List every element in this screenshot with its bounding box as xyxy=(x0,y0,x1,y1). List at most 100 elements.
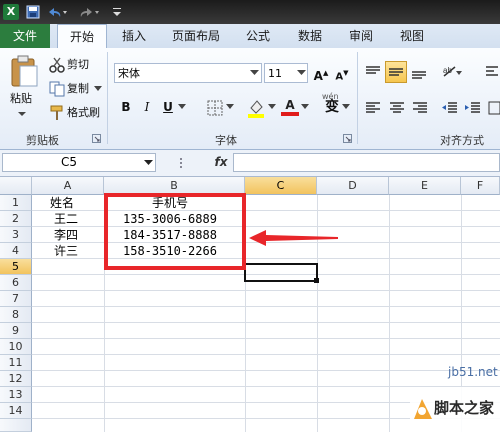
cell-a2[interactable]: 王二 xyxy=(54,211,78,227)
phonetic-dropdown-icon[interactable] xyxy=(342,104,350,110)
bold-button[interactable]: B xyxy=(117,98,135,116)
tab-file[interactable]: 文件 xyxy=(0,24,50,48)
font-size-dropdown-icon[interactable] xyxy=(297,70,306,76)
row-header-13[interactable]: 13 xyxy=(0,387,32,403)
row-header-14[interactable]: 14 xyxy=(0,403,32,419)
merge-center-icon[interactable] xyxy=(488,100,500,116)
wrap-text-icon[interactable] xyxy=(484,63,500,81)
cell-a3[interactable]: 李四 xyxy=(54,227,78,243)
increase-indent-icon[interactable] xyxy=(464,100,482,116)
row-header-6[interactable]: 6 xyxy=(0,275,32,291)
pointer-arrow-icon xyxy=(249,230,338,246)
cut-icon[interactable] xyxy=(49,57,65,73)
name-box-dropdown-icon[interactable] xyxy=(144,160,153,166)
gridline xyxy=(32,290,500,291)
copy-icon[interactable] xyxy=(49,81,65,97)
tab-page-layout[interactable]: 页面布局 xyxy=(164,24,228,48)
formula-bar-grip-icon[interactable] xyxy=(178,156,184,170)
underline-button[interactable]: U xyxy=(159,98,177,116)
paste-button[interactable]: 粘贴 xyxy=(10,90,32,108)
svg-text:ab: ab xyxy=(443,66,452,75)
ribbon-divider xyxy=(357,52,358,144)
column-header-e[interactable]: E xyxy=(389,177,461,195)
select-all-corner[interactable] xyxy=(0,177,32,195)
align-bottom-icon[interactable] xyxy=(410,64,428,80)
row-header-2[interactable]: 2 xyxy=(0,211,32,227)
gridline xyxy=(32,226,500,227)
undo-icon[interactable] xyxy=(46,5,68,21)
save-icon[interactable] xyxy=(26,5,40,21)
paste-dropdown-icon[interactable] xyxy=(17,110,27,118)
underline-dropdown-icon[interactable] xyxy=(178,104,186,110)
align-right-icon[interactable] xyxy=(411,100,429,116)
borders-dropdown-icon[interactable] xyxy=(226,104,234,110)
tab-formulas[interactable]: 公式 xyxy=(238,24,278,48)
alignment-group-label: 对齐方式 xyxy=(440,134,484,147)
row-header-1[interactable]: 1 xyxy=(0,195,32,211)
copy-button[interactable]: 复制 xyxy=(67,80,89,98)
redo-icon[interactable] xyxy=(78,5,100,21)
fill-color-dropdown-icon[interactable] xyxy=(268,104,276,110)
clipboard-launcher-icon[interactable] xyxy=(92,134,101,143)
font-color-dropdown-icon[interactable] xyxy=(301,104,309,110)
row-header-11[interactable]: 11 xyxy=(0,355,32,371)
paste-icon[interactable] xyxy=(9,54,39,88)
row-header-10[interactable]: 10 xyxy=(0,339,32,355)
row-header-5[interactable]: 5 xyxy=(0,259,32,275)
tab-insert[interactable]: 插入 xyxy=(114,24,154,48)
tab-view[interactable]: 视图 xyxy=(392,24,432,48)
format-painter-icon[interactable] xyxy=(49,105,65,121)
row-header-12[interactable]: 12 xyxy=(0,371,32,387)
decrease-indent-icon[interactable] xyxy=(441,100,459,116)
font-color-icon[interactable]: A xyxy=(281,96,299,116)
gridline xyxy=(389,195,390,432)
align-middle-icon xyxy=(389,68,403,76)
align-middle-button[interactable] xyxy=(385,61,407,83)
gridline xyxy=(32,354,500,355)
formula-input[interactable] xyxy=(233,153,500,172)
gridline xyxy=(32,322,500,323)
font-launcher-icon[interactable] xyxy=(343,134,352,143)
gridline xyxy=(32,210,500,211)
name-box[interactable]: C5 xyxy=(2,153,156,172)
align-top-icon[interactable] xyxy=(364,64,382,80)
formula-bar: C5 fx xyxy=(0,150,500,177)
format-painter-button[interactable]: 格式刷 xyxy=(67,104,100,122)
insert-function-button[interactable]: fx xyxy=(212,153,230,172)
cell-a1[interactable]: 姓名 xyxy=(50,195,74,211)
tab-review[interactable]: 审阅 xyxy=(341,24,381,48)
align-center-icon[interactable] xyxy=(388,100,406,116)
tab-home[interactable]: 开始 xyxy=(57,24,107,49)
column-header-c[interactable]: C xyxy=(245,177,317,195)
ribbon-divider xyxy=(107,52,108,144)
row-header-7[interactable]: 7 xyxy=(0,291,32,307)
row-header-9[interactable]: 9 xyxy=(0,323,32,339)
copy-dropdown-icon[interactable] xyxy=(94,86,102,92)
tab-data[interactable]: 数据 xyxy=(290,24,330,48)
row-header-8[interactable]: 8 xyxy=(0,307,32,323)
active-cell-c5[interactable] xyxy=(244,263,318,282)
worksheet-grid[interactable]: A B C D E F 1 2 3 4 5 6 7 8 9 10 11 12 1… xyxy=(0,177,500,432)
align-left-icon[interactable] xyxy=(364,100,382,116)
grow-font-icon[interactable]: A▲ xyxy=(312,64,330,83)
row-header-3[interactable]: 3 xyxy=(0,227,32,243)
borders-icon[interactable] xyxy=(207,100,223,116)
row-header-4[interactable]: 4 xyxy=(0,243,32,259)
orientation-icon[interactable]: ab xyxy=(441,63,463,81)
column-header-d[interactable]: D xyxy=(317,177,389,195)
customize-icon[interactable] xyxy=(112,6,122,22)
column-header-f[interactable]: F xyxy=(461,177,500,195)
cell-a4[interactable]: 许三 xyxy=(54,243,78,259)
font-name-dropdown-icon[interactable] xyxy=(250,70,259,76)
fill-color-icon[interactable] xyxy=(247,98,265,118)
phonetic-label: wén xyxy=(322,92,339,101)
column-header-a[interactable]: A xyxy=(32,177,104,195)
fill-handle[interactable] xyxy=(314,278,319,283)
excel-logo-icon[interactable]: X xyxy=(3,4,19,20)
shrink-font-icon[interactable]: A▼ xyxy=(333,64,351,82)
cut-button[interactable]: 剪切 xyxy=(67,56,89,74)
watermark-brand: 脚本之家 xyxy=(434,399,495,417)
italic-button[interactable]: I xyxy=(138,98,156,116)
row-header-partial xyxy=(0,419,32,432)
font-name-field[interactable]: 宋体 xyxy=(114,63,262,83)
